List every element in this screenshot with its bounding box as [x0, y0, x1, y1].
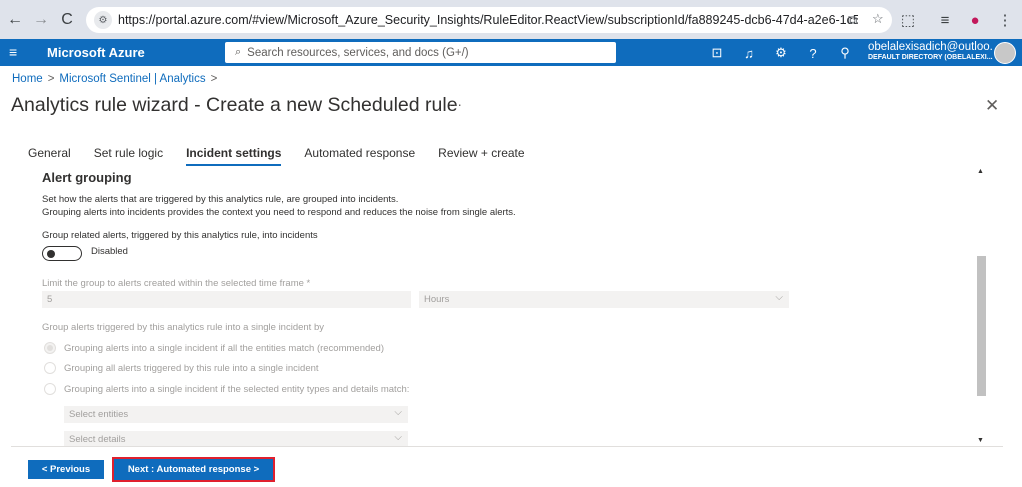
radio-option-all-alerts[interactable]: Grouping all alerts triggered by this ru…: [44, 362, 319, 374]
group-by-label: Group alerts triggered by this analytics…: [42, 322, 324, 333]
radio-button[interactable]: [44, 362, 56, 374]
extensions-icon[interactable]: ⬚: [897, 9, 919, 31]
toggle-knob: [47, 250, 55, 258]
breadcrumb: Home > Microsoft Sentinel | Analytics >: [12, 73, 222, 85]
radio-dot: [47, 345, 53, 351]
group-alerts-toggle[interactable]: [42, 246, 82, 261]
timeframe-unit-dropdown[interactable]: Hours ⌵: [419, 291, 789, 308]
notifications-icon[interactable]: ♫: [740, 44, 758, 62]
url-text: https://portal.azure.com/#view/Microsoft…: [118, 13, 858, 27]
hamburger-menu-icon[interactable]: ≡: [9, 44, 17, 60]
settings-gear-icon[interactable]: ⚙: [772, 44, 790, 62]
chevron-right-icon: >: [47, 73, 55, 85]
timeframe-value: 5: [47, 294, 53, 305]
site-info-icon[interactable]: ⚙: [94, 11, 112, 29]
tab-automated-response[interactable]: Automated response: [304, 146, 415, 166]
tab-incident-settings[interactable]: Incident settings: [186, 146, 282, 166]
content-scrollbar[interactable]: ▲ ▼: [977, 168, 987, 446]
radio-button[interactable]: [44, 383, 56, 395]
avatar[interactable]: [994, 42, 1016, 64]
select-entities-placeholder: Select entities: [69, 409, 129, 420]
tab-review-create[interactable]: Review + create: [438, 146, 524, 166]
footer-divider: [11, 446, 1003, 447]
radio-option-all-entities[interactable]: Grouping alerts into a single incident i…: [44, 342, 384, 354]
next-button[interactable]: Next : Automated response >: [112, 457, 275, 482]
select-entities-dropdown[interactable]: Select entities ⌵: [64, 406, 408, 423]
search-icon: ⌕: [235, 46, 242, 58]
incident-settings-panel: Alert grouping Set how the alerts that a…: [0, 168, 990, 446]
scroll-thumb[interactable]: [977, 256, 986, 396]
account-directory: DEFAULT DIRECTORY (OBELALEXI...: [868, 54, 993, 61]
forward-icon[interactable]: →: [30, 9, 52, 31]
timeframe-unit: Hours: [424, 294, 450, 305]
help-icon[interactable]: ?: [804, 44, 822, 62]
reading-list-icon[interactable]: ≡: [934, 9, 956, 31]
address-bar[interactable]: ⚙ https://portal.azure.com/#view/Microso…: [86, 7, 892, 33]
toggle-state-label: Disabled: [91, 246, 128, 257]
next-button-label: Next : Automated response >: [116, 461, 271, 478]
bookmark-star-icon[interactable]: ☆: [872, 11, 884, 27]
search-placeholder: Search resources, services, and docs (G+…: [247, 46, 469, 59]
select-details-dropdown[interactable]: Select details ⌵: [64, 431, 408, 446]
section-title: Alert grouping: [42, 170, 132, 185]
section-description-1: Set how the alerts that are triggered by…: [42, 194, 399, 205]
wizard-tabs: General Set rule logic Incident settings…: [28, 146, 548, 166]
brand-title[interactable]: Microsoft Azure: [47, 45, 145, 60]
radio-label: Grouping alerts into a single incident i…: [64, 342, 384, 354]
radio-button[interactable]: [44, 342, 56, 354]
page-title: Analytics rule wizard - Create a new Sch…: [11, 94, 458, 116]
account-name: obelalexisadich@outloo...: [868, 41, 993, 53]
tab-set-rule-logic[interactable]: Set rule logic: [94, 146, 163, 166]
menu-dots-icon[interactable]: ⋮: [994, 9, 1016, 31]
chevron-right-icon: >: [210, 73, 218, 85]
timeframe-value-input[interactable]: 5: [42, 291, 411, 308]
feedback-icon[interactable]: ⚲: [836, 44, 854, 62]
timeframe-label: Limit the group to alerts created within…: [42, 278, 311, 289]
section-description-2: Grouping alerts into incidents provides …: [42, 207, 516, 218]
more-options-icon[interactable]: ···: [448, 96, 462, 112]
radio-option-selected-entities[interactable]: Grouping alerts into a single incident i…: [44, 383, 409, 395]
install-app-icon[interactable]: ⧉: [848, 12, 857, 28]
tab-general[interactable]: General: [28, 146, 71, 166]
close-icon[interactable]: ✕: [985, 96, 999, 116]
profile-icon[interactable]: ●: [964, 9, 986, 31]
radio-label: Grouping alerts into a single incident i…: [64, 383, 410, 395]
radio-label: Grouping all alerts triggered by this ru…: [64, 362, 319, 374]
reload-icon[interactable]: C: [56, 9, 78, 31]
back-icon[interactable]: ←: [4, 9, 26, 31]
account-menu[interactable]: obelalexisadich@outloo... DEFAULT DIRECT…: [868, 41, 993, 61]
scroll-up-icon[interactable]: ▲: [977, 168, 984, 175]
breadcrumb-sentinel[interactable]: Microsoft Sentinel | Analytics: [59, 73, 205, 85]
breadcrumb-home[interactable]: Home: [12, 73, 43, 85]
chevron-down-icon: ⌵: [394, 432, 402, 443]
scroll-down-icon[interactable]: ▼: [977, 437, 984, 444]
group-alerts-toggle-label: Group related alerts, triggered by this …: [42, 230, 318, 241]
chevron-down-icon: ⌵: [775, 292, 783, 303]
select-details-placeholder: Select details: [69, 434, 126, 445]
cloud-shell-icon[interactable]: ⊡: [708, 44, 726, 62]
global-search-input[interactable]: ⌕ Search resources, services, and docs (…: [225, 42, 616, 63]
chevron-down-icon: ⌵: [394, 407, 402, 418]
previous-button[interactable]: < Previous: [28, 460, 104, 479]
